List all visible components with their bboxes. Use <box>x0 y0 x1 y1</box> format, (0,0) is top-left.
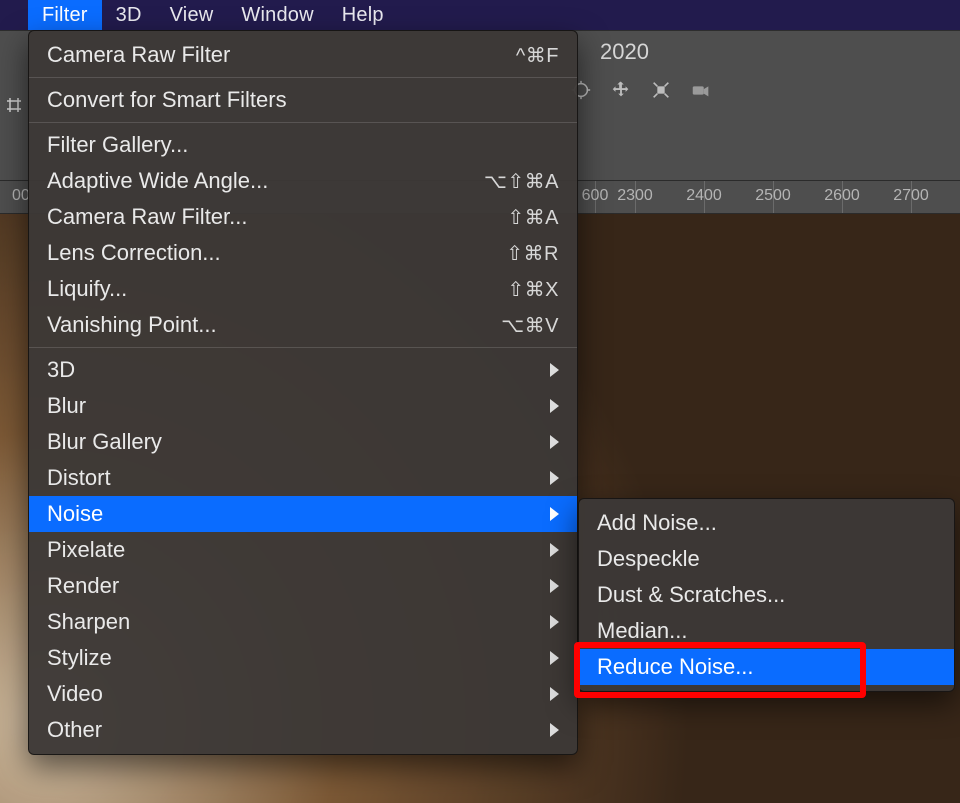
scale-icon[interactable] <box>650 79 672 101</box>
menu-item-label: Distort <box>47 465 111 491</box>
menu-item-label: Despeckle <box>597 546 700 572</box>
menu-item-3d[interactable]: 3D <box>29 352 577 388</box>
menu-item-render[interactable]: Render <box>29 568 577 604</box>
menu-item-shortcut: ⌥⇧⌘A <box>484 169 559 194</box>
menu-item-stylize[interactable]: Stylize <box>29 640 577 676</box>
menu-item-label: Render <box>47 573 119 599</box>
options-right-text: 2020 <box>600 39 649 65</box>
menu-item-convert-for-smart-filters[interactable]: Convert for Smart Filters <box>29 82 577 118</box>
menu-item-label: Blur Gallery <box>47 429 162 455</box>
menu-item-distort[interactable]: Distort <box>29 460 577 496</box>
submenu-arrow-icon <box>550 615 559 629</box>
menubar: Filter 3D View Window Help <box>0 0 960 30</box>
camera-icon[interactable] <box>690 79 712 101</box>
submenu-item-dust-scratches[interactable]: Dust & Scratches... <box>579 577 954 613</box>
menu-separator <box>29 347 577 348</box>
menu-item-shortcut: ⇧⌘R <box>506 241 559 266</box>
submenu-arrow-icon <box>550 471 559 485</box>
menu-item-blur-gallery[interactable]: Blur Gallery <box>29 424 577 460</box>
menu-item-blur[interactable]: Blur <box>29 388 577 424</box>
menu-item-label: Camera Raw Filter <box>47 42 230 68</box>
submenu-arrow-icon <box>550 579 559 593</box>
menu-separator <box>29 122 577 123</box>
filter-dropdown[interactable]: Camera Raw Filter ^⌘F Convert for Smart Fi… <box>28 30 578 755</box>
menubar-left-gap <box>0 0 28 30</box>
menu-item-sharpen[interactable]: Sharpen <box>29 604 577 640</box>
submenu-item-reduce-noise[interactable]: Reduce Noise... <box>579 649 954 685</box>
menu-item-label: Lens Correction... <box>47 240 221 266</box>
menu-item-label: Dust & Scratches... <box>597 582 785 608</box>
ruler-tick-label: 2700 <box>893 187 929 205</box>
submenu-arrow-icon <box>550 363 559 377</box>
menu-item-shortcut: ^⌘F <box>516 43 559 68</box>
menu-3d[interactable]: 3D <box>102 0 156 30</box>
menu-item-label: Pixelate <box>47 537 125 563</box>
menu-item-label: Sharpen <box>47 609 130 635</box>
submenu-arrow-icon <box>550 723 559 737</box>
menu-item-label: Median... <box>597 618 688 644</box>
ruler-tick-label: 2400 <box>686 187 722 205</box>
menu-view[interactable]: View <box>156 0 228 30</box>
submenu-arrow-icon <box>550 651 559 665</box>
menu-item-label: Filter Gallery... <box>47 132 188 158</box>
submenu-item-median[interactable]: Median... <box>579 613 954 649</box>
ruler-tick-label: 600 <box>582 187 609 205</box>
menu-item-camera-raw-filter[interactable]: Camera Raw Filter... ⇧⌘A <box>29 199 577 235</box>
menu-item-pixelate[interactable]: Pixelate <box>29 532 577 568</box>
ruler-tick-label: 2600 <box>824 187 860 205</box>
menu-item-filter-gallery[interactable]: Filter Gallery... <box>29 127 577 163</box>
anchor-icon <box>4 95 24 115</box>
menu-item-label: Camera Raw Filter... <box>47 204 248 230</box>
submenu-item-despeckle[interactable]: Despeckle <box>579 541 954 577</box>
menu-item-label: Convert for Smart Filters <box>47 87 287 113</box>
menu-item-label: Add Noise... <box>597 510 717 536</box>
menu-item-video[interactable]: Video <box>29 676 577 712</box>
menu-item-label: Adaptive Wide Angle... <box>47 168 268 194</box>
menu-item-label: Stylize <box>47 645 112 671</box>
menu-item-label: Video <box>47 681 103 707</box>
ruler-tick-label: 2300 <box>617 187 653 205</box>
menu-item-shortcut: ⇧⌘X <box>507 277 559 302</box>
menu-item-label: Blur <box>47 393 86 419</box>
menu-item-shortcut: ⌥⌘V <box>501 313 559 338</box>
menu-item-label: 3D <box>47 357 75 383</box>
submenu-arrow-icon <box>550 399 559 413</box>
menu-item-camera-raw-filter[interactable]: Camera Raw Filter ^⌘F <box>29 37 577 73</box>
menu-help[interactable]: Help <box>328 0 398 30</box>
menu-item-other[interactable]: Other <box>29 712 577 748</box>
ruler-tick-label: 2500 <box>755 187 791 205</box>
menu-item-liquify[interactable]: Liquify... ⇧⌘X <box>29 271 577 307</box>
submenu-item-add-noise[interactable]: Add Noise... <box>579 505 954 541</box>
menu-item-lens-correction[interactable]: Lens Correction... ⇧⌘R <box>29 235 577 271</box>
menu-item-label: Liquify... <box>47 276 127 302</box>
menu-item-label: Vanishing Point... <box>47 312 217 338</box>
menu-separator <box>29 77 577 78</box>
submenu-arrow-icon <box>550 543 559 557</box>
menu-item-label: Noise <box>47 501 103 527</box>
submenu-arrow-icon <box>550 687 559 701</box>
noise-submenu[interactable]: Add Noise... Despeckle Dust & Scratches...… <box>578 498 955 692</box>
menu-item-noise[interactable]: Noise <box>29 496 577 532</box>
menu-item-shortcut: ⇧⌘A <box>507 205 559 230</box>
menu-window[interactable]: Window <box>227 0 327 30</box>
menu-item-vanishing-point[interactable]: Vanishing Point... ⌥⌘V <box>29 307 577 343</box>
move-icon[interactable] <box>610 79 632 101</box>
submenu-arrow-icon <box>550 507 559 521</box>
menu-item-label: Other <box>47 717 102 743</box>
menu-item-adaptive-wide-angle[interactable]: Adaptive Wide Angle... ⌥⇧⌘A <box>29 163 577 199</box>
menu-filter[interactable]: Filter <box>28 0 102 30</box>
submenu-arrow-icon <box>550 435 559 449</box>
menu-item-label: Reduce Noise... <box>597 654 754 680</box>
